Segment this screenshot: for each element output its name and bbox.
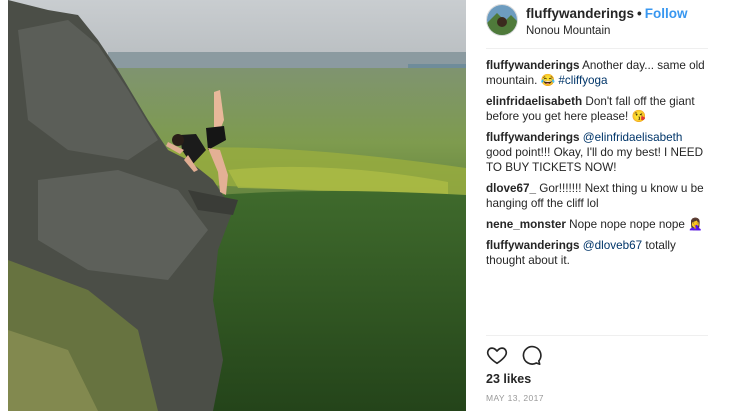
comment-text: good point!!! Okay, I'll do my best! I N… xyxy=(486,146,704,174)
emoji: 😘 xyxy=(631,110,647,123)
comment-username[interactable]: dlove67_ xyxy=(486,182,536,195)
comment-username[interactable]: nene_monster xyxy=(486,218,566,231)
heart-icon[interactable] xyxy=(486,344,508,366)
emoji: 😂 xyxy=(540,74,556,87)
post-header: fluffywanderings • Follow Nonou Mountain xyxy=(486,4,710,44)
comment-icon[interactable] xyxy=(520,344,542,366)
comment-item: dlove67_ Gor!!!!!!! Next thing u know u … xyxy=(486,181,708,211)
comment-item: nene_monster Nope nope nope nope 🤦‍♀️ xyxy=(486,217,708,232)
post-date[interactable]: MAY 13, 2017 xyxy=(486,393,544,403)
likes-count[interactable]: 23 likes xyxy=(486,372,531,386)
header-divider xyxy=(486,48,708,49)
comment-item: fluffywanderings @elinfridaelisabeth goo… xyxy=(486,130,708,175)
comment-username[interactable]: fluffywanderings xyxy=(486,131,580,144)
comment-item: elinfridaelisabeth Don't fall off the gi… xyxy=(486,94,708,124)
post-panel: fluffywanderings • Follow Nonou Mountain f… xyxy=(474,0,710,411)
avatar[interactable] xyxy=(486,4,518,36)
comment-text: Nope nope nope nope xyxy=(565,218,689,231)
comment-item: fluffywanderings @dloveb67 totally thoug… xyxy=(486,238,708,268)
header-line: fluffywanderings • Follow xyxy=(526,6,688,21)
separator-dot: • xyxy=(637,6,642,21)
comment-username[interactable]: fluffywanderings xyxy=(486,59,580,72)
emoji: 🤦‍♀️ xyxy=(688,218,703,231)
actions-divider xyxy=(486,335,708,336)
location-link[interactable]: Nonou Mountain xyxy=(526,25,610,37)
mention-link[interactable]: @dloveb67 xyxy=(583,239,642,252)
comments-list: fluffywanderings Another day... same old… xyxy=(486,58,708,274)
follow-button[interactable]: Follow xyxy=(645,6,688,21)
comment-item: fluffywanderings Another day... same old… xyxy=(486,58,708,88)
comment-username[interactable]: elinfridaelisabeth xyxy=(486,95,582,108)
header-username[interactable]: fluffywanderings xyxy=(526,6,634,21)
mention-link[interactable]: @elinfridaelisabeth xyxy=(583,131,683,144)
post-photo[interactable] xyxy=(8,0,466,411)
hashtag-link[interactable]: #cliffyoga xyxy=(558,74,607,87)
comment-username[interactable]: fluffywanderings xyxy=(486,239,580,252)
